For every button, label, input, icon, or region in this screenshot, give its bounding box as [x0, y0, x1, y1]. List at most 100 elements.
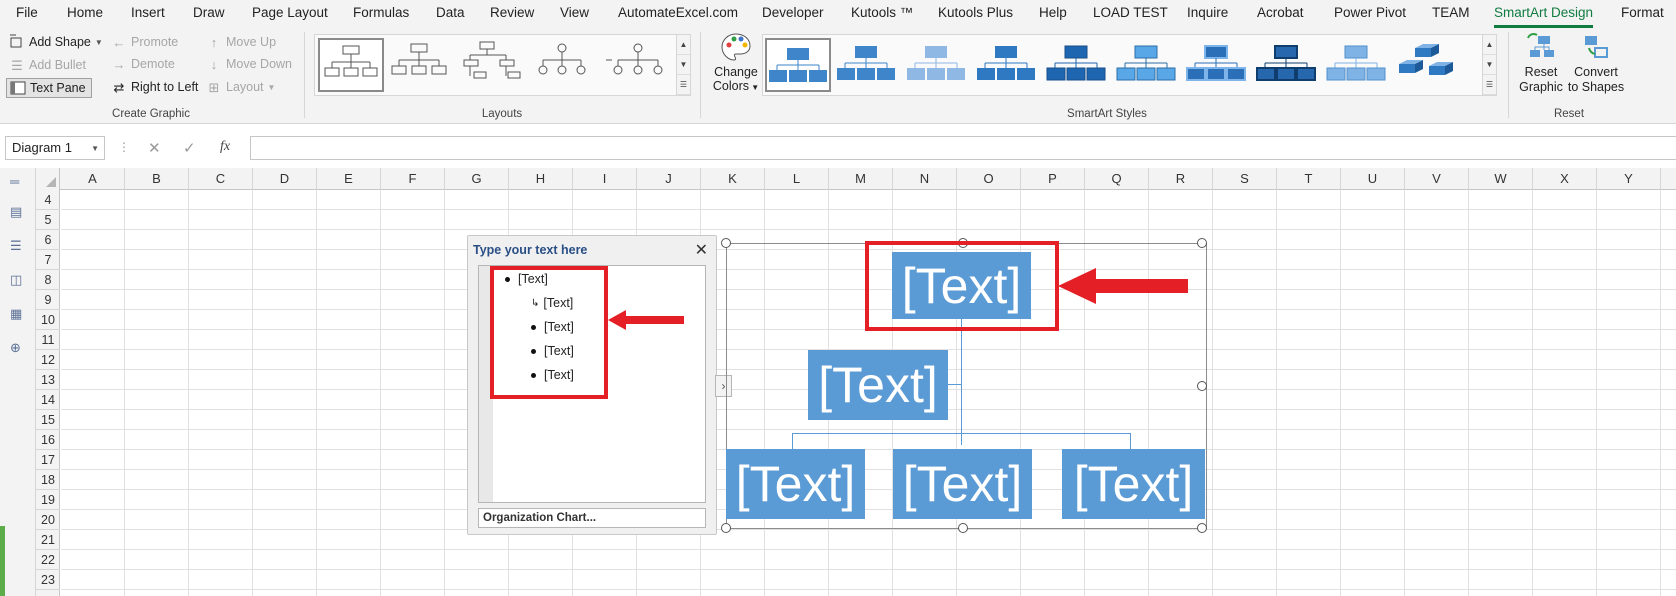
- scroll-down-icon[interactable]: ▼: [677, 55, 690, 75]
- row-header-11[interactable]: 11: [36, 330, 60, 350]
- right-to-left-button[interactable]: ⇄ Right to Left: [111, 79, 199, 95]
- column-header-u[interactable]: U: [1341, 168, 1405, 190]
- column-header-s[interactable]: S: [1213, 168, 1277, 190]
- menu-help[interactable]: Help: [1039, 5, 1067, 20]
- column-header-v[interactable]: V: [1405, 168, 1469, 190]
- column-header-m[interactable]: M: [829, 168, 893, 190]
- scroll-up-icon[interactable]: ▲: [677, 35, 690, 55]
- column-header-h[interactable]: H: [509, 168, 573, 190]
- style-thumb-3d-bricks[interactable]: [1395, 38, 1461, 92]
- menu-developer[interactable]: Developer: [762, 5, 824, 20]
- row-header-12[interactable]: 12: [36, 350, 60, 370]
- enter-check-icon[interactable]: ✓: [183, 139, 196, 157]
- text-pane-footer-link[interactable]: Organization Chart...: [478, 508, 706, 528]
- column-header-w[interactable]: W: [1469, 168, 1533, 190]
- column-header-o[interactable]: O: [957, 168, 1021, 190]
- scroll-down-icon[interactable]: ▼: [1483, 55, 1496, 75]
- column-header-x[interactable]: X: [1533, 168, 1597, 190]
- menu-team[interactable]: TEAM: [1432, 5, 1470, 20]
- layers-icon[interactable]: ◫: [10, 272, 22, 288]
- column-header-t[interactable]: T: [1277, 168, 1341, 190]
- menu-review[interactable]: Review: [490, 5, 534, 20]
- style-thumb-inset[interactable]: [1185, 38, 1251, 92]
- column-header-a[interactable]: A: [61, 168, 125, 190]
- menu-draw[interactable]: Draw: [193, 5, 225, 20]
- row-header-7[interactable]: 7: [36, 250, 60, 270]
- column-header-c[interactable]: C: [189, 168, 253, 190]
- add-bullet-button[interactable]: ☰ Add Bullet: [9, 57, 86, 73]
- layout-thumb-name-title-org-chart[interactable]: [389, 38, 455, 92]
- style-thumb-intense-effect[interactable]: [1045, 38, 1111, 92]
- column-header-j[interactable]: J: [637, 168, 701, 190]
- menu-view[interactable]: View: [560, 5, 589, 20]
- column-header-y[interactable]: Y: [1597, 168, 1661, 190]
- column-header-n[interactable]: N: [893, 168, 957, 190]
- resize-handle[interactable]: [1197, 381, 1207, 391]
- menu-insert[interactable]: Insert: [131, 5, 165, 20]
- row-header-8[interactable]: 8: [36, 270, 60, 290]
- resize-handle[interactable]: [958, 523, 968, 533]
- row-header-4[interactable]: 4: [36, 190, 60, 210]
- move-up-button[interactable]: ↑ Move Up: [206, 34, 276, 50]
- row-header-9[interactable]: 9: [36, 290, 60, 310]
- list-icon[interactable]: ☰: [10, 238, 22, 254]
- resize-handle[interactable]: [1197, 238, 1207, 248]
- menu-smartart-design[interactable]: SmartArt Design: [1494, 5, 1594, 28]
- table-icon[interactable]: ▦: [10, 306, 22, 322]
- change-colors-button[interactable]: Change Colors ▼: [710, 32, 762, 102]
- menu-acrobat[interactable]: Acrobat: [1257, 5, 1304, 20]
- promote-button[interactable]: ← Promote: [111, 34, 179, 50]
- scroll-up-icon[interactable]: ▲: [1483, 35, 1496, 55]
- menu-kutools-plus[interactable]: Kutools Plus: [938, 5, 1013, 20]
- column-header-f[interactable]: F: [381, 168, 445, 190]
- layout-thumb-circle-picture-hierarchy[interactable]: [531, 38, 597, 92]
- column-header-i[interactable]: I: [573, 168, 637, 190]
- menu-power-pivot[interactable]: Power Pivot: [1334, 5, 1406, 20]
- gallery-more-icon[interactable]: ☰: [1483, 75, 1496, 95]
- row-header-21[interactable]: 21: [36, 530, 60, 550]
- style-thumb-white-outline[interactable]: [835, 38, 901, 92]
- menu-load-test[interactable]: LOAD TEST: [1093, 5, 1168, 20]
- menu-automateexcel[interactable]: AutomateExcel.com: [618, 5, 738, 20]
- resize-handle[interactable]: [721, 523, 731, 533]
- insert-function-icon[interactable]: fx: [220, 139, 230, 155]
- row-header-6[interactable]: 6: [36, 230, 60, 250]
- menu-kutools[interactable]: Kutools ™: [851, 5, 913, 20]
- org-node-bottom-3[interactable]: [Text]: [1062, 449, 1205, 519]
- name-box[interactable]: Diagram 1 ▼: [5, 136, 105, 160]
- row-header-13[interactable]: 13: [36, 370, 60, 390]
- menu-home[interactable]: Home: [67, 5, 103, 20]
- text-pane-button[interactable]: Text Pane: [6, 78, 92, 98]
- style-thumb-moderate-effect[interactable]: [975, 38, 1041, 92]
- menu-page-layout[interactable]: Page Layout: [252, 5, 328, 20]
- sheet-icon[interactable]: ▤: [10, 204, 22, 220]
- column-header-k[interactable]: K: [701, 168, 765, 190]
- gallery-more-icon[interactable]: ☰: [677, 75, 690, 95]
- layout-button[interactable]: ⊞ Layout ▼: [206, 79, 276, 95]
- row-header-10[interactable]: 10: [36, 310, 60, 330]
- add-shape-button[interactable]: Add Shape ▼: [9, 34, 103, 50]
- move-down-button[interactable]: ↓ Move Down: [206, 56, 292, 72]
- style-thumb-subtle-effect[interactable]: [905, 38, 971, 92]
- resize-handle[interactable]: [721, 238, 731, 248]
- column-header-r[interactable]: R: [1149, 168, 1213, 190]
- column-header-d[interactable]: D: [253, 168, 317, 190]
- layouts-gallery-scroll[interactable]: ▲ ▼ ☰: [676, 35, 690, 95]
- row-header-5[interactable]: 5: [36, 210, 60, 230]
- menu-format[interactable]: Format: [1621, 5, 1664, 20]
- layout-thumb-half-circle-org-chart[interactable]: [460, 38, 526, 92]
- row-header-17[interactable]: 17: [36, 450, 60, 470]
- menu-inquire[interactable]: Inquire: [1187, 5, 1228, 20]
- org-node-assistant[interactable]: [Text]: [808, 350, 948, 420]
- styles-gallery-scroll[interactable]: ▲ ▼ ☰: [1482, 35, 1496, 95]
- cancel-icon[interactable]: ✕: [148, 139, 161, 157]
- org-node-bottom-1[interactable]: [Text]: [726, 449, 865, 519]
- reset-graphic-button[interactable]: Reset Graphic: [1516, 32, 1566, 95]
- resize-handle[interactable]: [1197, 523, 1207, 533]
- formula-input[interactable]: [250, 136, 1676, 160]
- style-thumb-powder[interactable]: [1325, 38, 1391, 92]
- row-header-16[interactable]: 16: [36, 430, 60, 450]
- layout-thumb-hierarchy[interactable]: [602, 38, 668, 92]
- menu-formulas[interactable]: Formulas: [353, 5, 409, 20]
- column-header-b[interactable]: B: [125, 168, 189, 190]
